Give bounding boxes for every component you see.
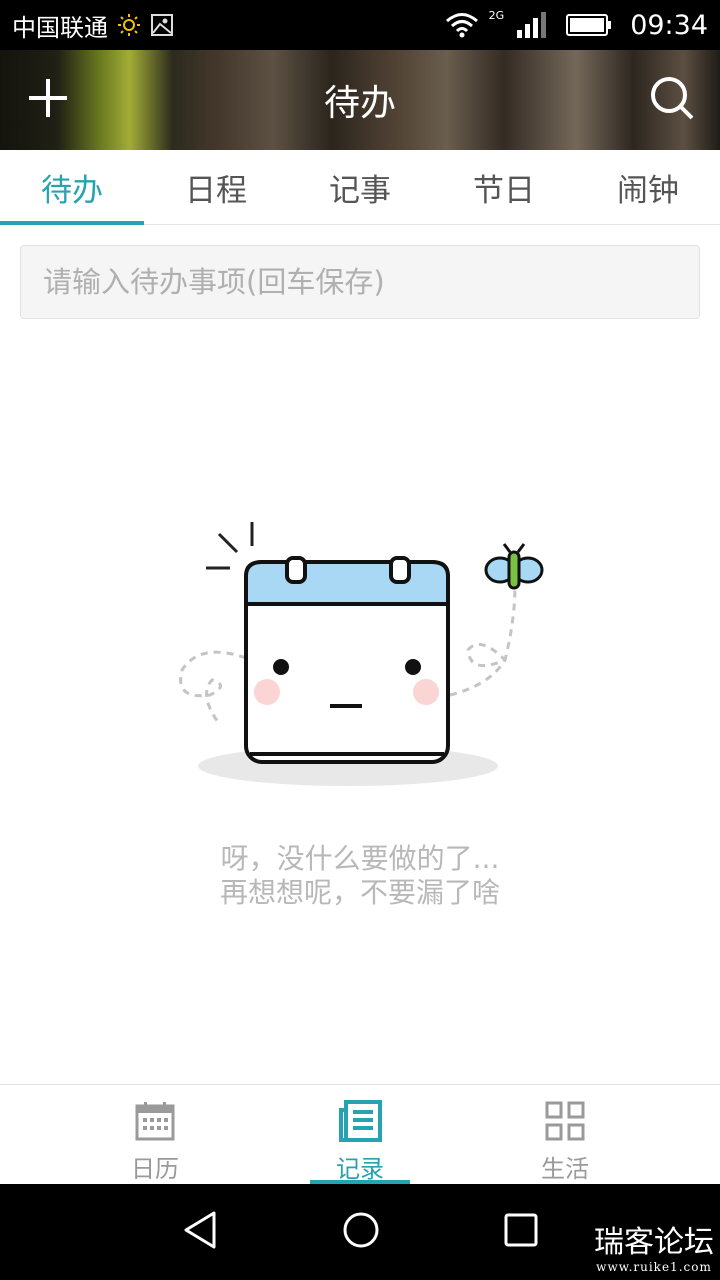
brightness-icon [118,14,140,36]
image-icon [150,13,174,37]
calendar-icon [135,1099,175,1143]
nav-label-records: 记录 [336,1155,384,1183]
recents-icon [504,1213,538,1251]
signal-icon [516,12,547,38]
tab-alarm[interactable]: 闹钟 [576,150,720,224]
wifi-icon [445,12,479,38]
search-button[interactable] [624,50,720,150]
empty-state-illustration [170,510,560,800]
status-bar: 中国联通 2G 09:34 [0,0,720,50]
nav-item-records[interactable]: 记录 [310,1085,410,1185]
nav-item-life[interactable]: 生活 [515,1085,615,1185]
back-icon [182,1210,218,1254]
app-screen: 中国联通 2G 09:34 待办 待办 日程 记事 节日 闹钟 请输入待办事项(… [0,0,720,1280]
nav-item-calendar[interactable]: 日历 [105,1085,205,1185]
empty-state-line2: 再想想呢，不要漏了啥 [219,876,500,909]
nav-label-life: 生活 [541,1155,589,1183]
system-nav-bar: 瑞客论坛 www.ruike1.com [0,1184,720,1280]
bottom-nav: 日历 记录 生活 [0,1084,720,1185]
app-header: 待办 [0,50,720,150]
notes-icon [338,1099,382,1143]
battery-icon [566,14,612,36]
page-title: 待办 [323,83,396,124]
empty-state-message: 呀，没什么要做的了... 再想想呢，不要漏了啥 [0,842,720,910]
back-button[interactable] [155,1184,245,1280]
clock: 09:34 [630,9,708,41]
recents-button[interactable] [476,1184,566,1280]
grid-icon [545,1099,585,1143]
watermark-text: 瑞客论坛 [594,1225,714,1260]
nav-label-calendar: 日历 [131,1155,179,1183]
tab-holidays[interactable]: 节日 [432,150,576,224]
tab-notes[interactable]: 记事 [288,150,432,224]
empty-state-line1: 呀，没什么要做的了... [220,842,500,875]
network-type: 2G [488,8,505,22]
category-tabs: 待办 日程 记事 节日 闹钟 [0,150,720,225]
home-button[interactable] [316,1184,406,1280]
carrier-name: 中国联通 [12,13,108,42]
tab-schedule[interactable]: 日程 [144,150,288,224]
todo-input[interactable] [20,245,700,319]
search-icon [649,75,695,125]
watermark-url: www.ruike1.com [596,1260,712,1274]
tab-todo[interactable]: 待办 [0,150,144,225]
home-icon [342,1211,380,1253]
watermark: 瑞客论坛 www.ruike1.com [594,1225,714,1275]
